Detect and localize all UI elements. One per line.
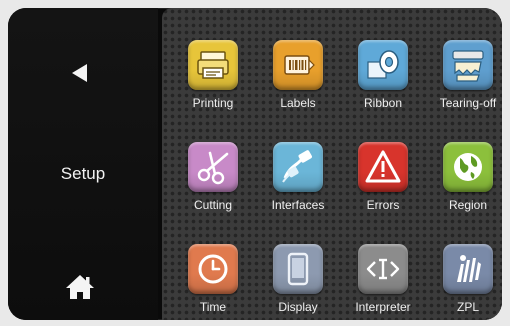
globe-icon [443,142,493,192]
warning-icon [358,142,408,192]
tile-ribbon[interactable]: Ribbon [338,32,428,128]
tile-time[interactable]: Time [168,236,258,320]
tile-zpl[interactable]: ZPL [423,236,502,320]
tile-label: Time [199,300,227,314]
interpreter-icon [358,244,408,294]
home-button[interactable] [50,262,110,312]
tile-interfaces[interactable]: Interfaces [253,134,343,230]
tile-label: Errors [366,198,400,212]
tile-label: ZPL [456,300,479,314]
sidebar: Setup [8,8,158,320]
back-button[interactable] [50,48,110,98]
tile-tearing-off[interactable]: Tearing-off [423,32,502,128]
tile-label: Ribbon [363,96,403,110]
zpl-zebra-icon [443,244,493,294]
tile-label: Printing [192,96,234,110]
menu-grid: Printing Labels Ribbon Tearing-off Cutti… [162,8,502,320]
tile-errors[interactable]: Errors [338,134,428,230]
tear-off-icon [443,40,493,90]
tile-cutting[interactable]: Cutting [168,134,258,230]
tile-label: Display [278,300,318,314]
ribbon-roll-icon [358,40,408,90]
printer-icon [188,40,238,90]
tile-label: Tearing-off [439,96,497,110]
back-arrow-icon [72,64,87,82]
tile-printing[interactable]: Printing [168,32,258,128]
tile-interpreter[interactable]: Interpreter [338,236,428,320]
label-roll-icon [273,40,323,90]
interfaces-icon [273,142,323,192]
tile-label: Cutting [193,198,233,212]
tile-label: Interpreter [355,300,411,314]
scissors-icon [188,142,238,192]
tile-label: Interfaces [271,198,325,212]
device-screen: Setup Printing Labels Ribbon Tearing-off… [8,8,502,320]
tile-region[interactable]: Region [423,134,502,230]
display-icon [273,244,323,294]
home-icon [66,275,94,299]
page-title: Setup [60,164,106,183]
tile-label: Region [448,198,488,212]
tile-display[interactable]: Display [253,236,343,320]
tile-labels[interactable]: Labels [253,32,343,128]
tile-label: Labels [280,96,316,110]
clock-icon [188,244,238,294]
